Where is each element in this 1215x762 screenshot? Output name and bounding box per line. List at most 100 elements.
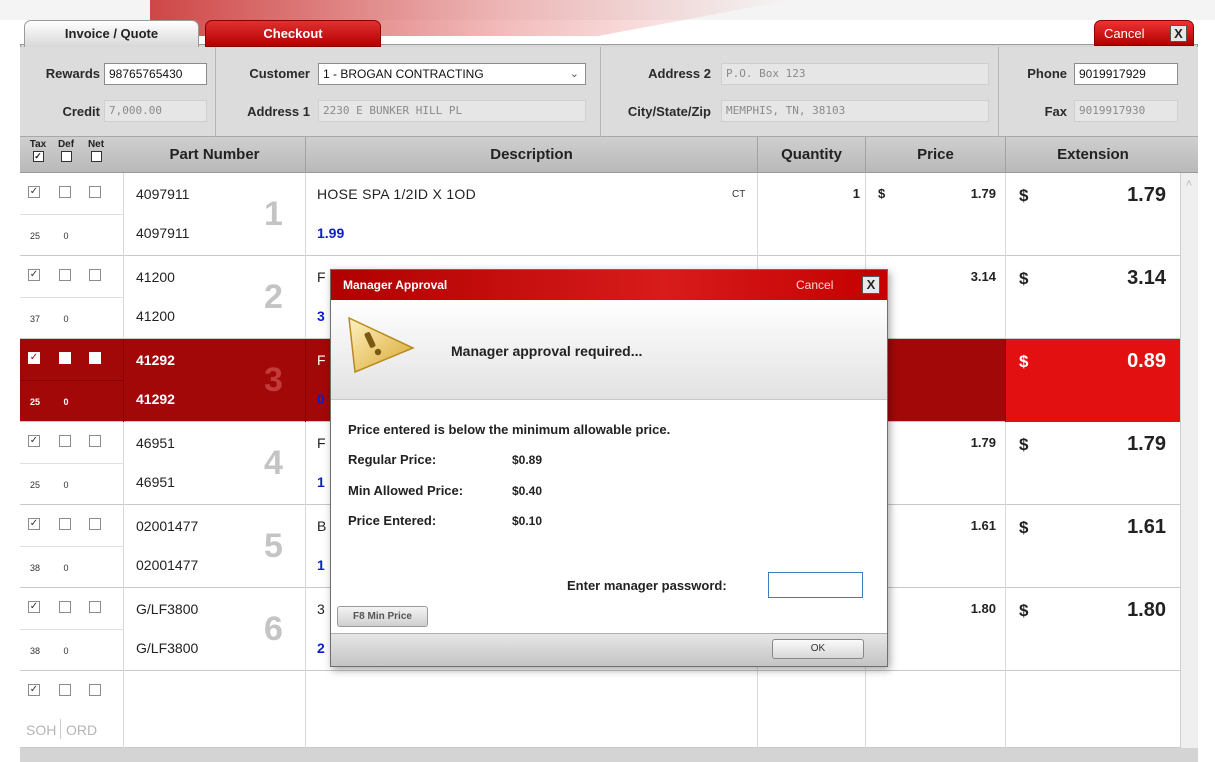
extension-value: 0.89 <box>1127 350 1166 372</box>
credit-field: 7,000.00 <box>104 100 207 122</box>
part-number: 02001477 <box>136 518 199 534</box>
def-checkbox[interactable] <box>59 269 71 281</box>
soh-value: 25 <box>29 231 40 241</box>
phone-field[interactable]: 9019917929 <box>1074 63 1178 85</box>
manager-password-input[interactable] <box>768 572 863 598</box>
divider <box>20 546 124 547</box>
def-checkbox[interactable] <box>59 601 71 613</box>
divider <box>20 214 124 215</box>
part-cell[interactable] <box>124 671 306 748</box>
price-value[interactable]: 3.14 <box>920 269 996 284</box>
quantity-header[interactable]: Quantity <box>758 137 866 173</box>
checkbox-icon[interactable] <box>60 151 72 162</box>
list-price: 0 <box>317 391 325 407</box>
net-checkbox[interactable] <box>89 435 101 447</box>
divider <box>20 380 124 381</box>
extension-header[interactable]: Extension <box>1006 137 1180 173</box>
part-number-header[interactable]: Part Number <box>124 137 306 173</box>
list-price: 1 <box>317 474 325 490</box>
manager-approval-dialog: Manager Approval Cancel X Manager approv… <box>330 269 888 667</box>
tax-checkbox[interactable]: ✓ <box>28 435 40 447</box>
tax-column-header[interactable]: Tax ✓ <box>26 139 50 162</box>
extension-currency: $ <box>1019 269 1029 288</box>
price-value[interactable]: 1.79 <box>920 186 996 201</box>
tax-checkbox[interactable]: ✓ <box>28 269 40 281</box>
extension-value: 1.79 <box>1127 433 1166 455</box>
part-number: G/LF3800 <box>136 601 199 617</box>
price-value[interactable]: 1.79 <box>920 435 996 450</box>
checkbox-icon[interactable]: ✓ <box>32 151 44 162</box>
def-column-header[interactable]: Def <box>54 139 78 162</box>
def-checkbox[interactable] <box>59 186 71 198</box>
net-checkbox[interactable] <box>89 269 101 281</box>
customer-header: Rewards 98765765430 Credit 7,000.00 Cust… <box>20 47 1198 137</box>
soh-value: 25 <box>29 397 40 407</box>
price-currency: $ <box>878 186 886 201</box>
quantity-cell[interactable] <box>758 671 866 748</box>
part-number: 41292 <box>136 352 175 368</box>
flags-cell: ✓ 38 0 <box>20 588 124 671</box>
address1-label: Address 1 <box>247 104 310 119</box>
rewards-field[interactable]: 98765765430 <box>104 63 207 85</box>
cancel-button[interactable]: Cancel X <box>1094 20 1194 46</box>
def-checkbox[interactable] <box>59 352 71 364</box>
price-cell[interactable] <box>866 671 1006 748</box>
net-checkbox[interactable] <box>89 352 101 364</box>
ord-label: ORD <box>66 722 98 738</box>
price-value[interactable]: 1.61 <box>920 518 996 533</box>
chevron-down-icon[interactable]: ⌄ <box>570 64 579 84</box>
description-header[interactable]: Description <box>306 137 758 173</box>
dialog-header: Manager approval required... <box>331 300 887 400</box>
part-number-secondary: 41292 <box>136 391 175 407</box>
vertical-scrollbar[interactable] <box>1180 173 1198 748</box>
def-checkbox[interactable] <box>59 435 71 447</box>
close-icon[interactable]: X <box>1170 25 1187 42</box>
tax-checkbox[interactable]: ✓ <box>28 684 40 696</box>
def-checkbox[interactable] <box>59 684 71 696</box>
line-number: 1 <box>264 195 283 233</box>
rewards-label: Rewards <box>45 66 100 81</box>
unit-of-measure: CT <box>732 189 746 200</box>
tax-checkbox[interactable]: ✓ <box>28 601 40 613</box>
customer-select[interactable]: 1 - BROGAN CONTRACTING ⌄ <box>318 63 586 85</box>
ok-button[interactable]: OK <box>772 639 864 659</box>
price-value[interactable]: 1.80 <box>920 601 996 616</box>
def-checkbox[interactable] <box>59 518 71 530</box>
net-column-header[interactable]: Net <box>84 139 108 162</box>
net-checkbox[interactable] <box>89 518 101 530</box>
description-text: F <box>317 352 326 368</box>
price-header[interactable]: Price <box>866 137 1006 173</box>
part-number-secondary: 41200 <box>136 308 175 324</box>
f8-min-price-button[interactable]: F8 Min Price <box>337 606 428 627</box>
extension-currency: $ <box>1019 601 1029 620</box>
tab-invoice-quote[interactable]: Invoice / Quote <box>24 20 199 47</box>
soh-label: SOH <box>26 722 57 738</box>
dialog-title: Manager Approval <box>343 278 448 292</box>
quantity-value[interactable]: 1 <box>760 186 860 201</box>
tax-checkbox[interactable]: ✓ <box>28 518 40 530</box>
close-icon[interactable]: X <box>862 276 880 294</box>
flags-cell: ✓ 37 0 <box>20 256 124 339</box>
net-checkbox[interactable] <box>89 684 101 696</box>
divider <box>20 463 124 464</box>
grid-header: Tax ✓ Def Net Part Number Description Qua… <box>20 137 1198 173</box>
part-number: 41200 <box>136 269 175 285</box>
net-checkbox[interactable] <box>89 601 101 613</box>
table-row[interactable]: ✓ 25 0 4097911 4097911 1 HOSE SPA 1/2ID X 1OD C… <box>20 173 1180 256</box>
customer-value: 1 - BROGAN CONTRACTING <box>323 67 484 81</box>
line-number: 2 <box>264 278 283 316</box>
scroll-up-icon[interactable]: ˄ <box>1180 178 1198 190</box>
dialog-cancel-button[interactable]: Cancel <box>796 278 833 292</box>
divider <box>600 47 601 137</box>
checkbox-icon[interactable] <box>90 151 102 162</box>
net-checkbox[interactable] <box>89 186 101 198</box>
def-label: Def <box>57 139 75 150</box>
net-label: Net <box>87 139 105 150</box>
tax-checkbox[interactable]: ✓ <box>28 186 40 198</box>
tax-checkbox[interactable]: ✓ <box>28 352 40 364</box>
list-price: 3 <box>317 308 325 324</box>
line-number: 3 <box>264 361 283 399</box>
tab-checkout[interactable]: Checkout <box>205 20 381 47</box>
description-cell[interactable] <box>306 671 758 748</box>
extension-value: 1.79 <box>1127 184 1166 206</box>
